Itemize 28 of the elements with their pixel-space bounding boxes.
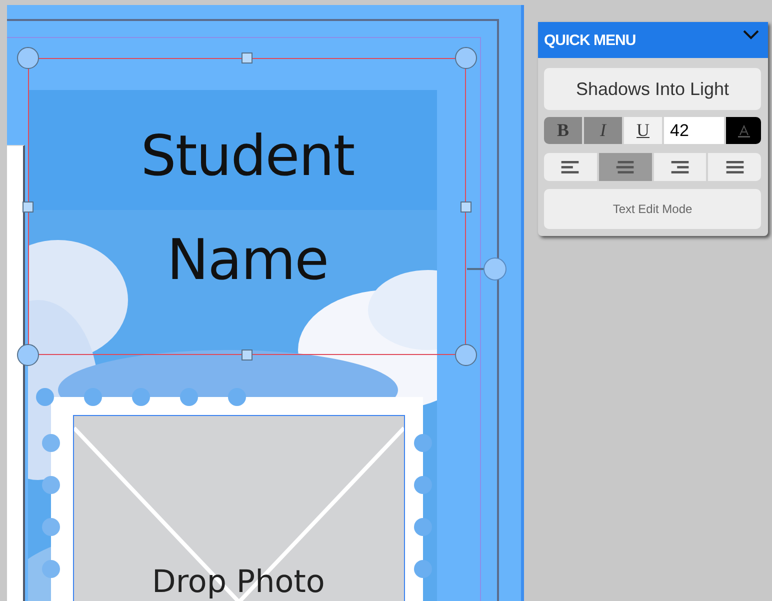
align-right-icon [670,160,689,174]
photo-placeholder[interactable]: Drop Photo [73,415,405,601]
text-edit-mode-button[interactable]: Text Edit Mode [544,189,761,229]
font-size-field[interactable]: 42 [664,117,724,144]
drop-photo-label: Drop Photo [152,564,325,600]
align-right-button[interactable] [654,153,706,181]
text-color-icon [736,124,750,138]
resize-handle[interactable] [242,350,252,360]
resize-handle[interactable] [455,344,477,366]
align-justify-button[interactable] [708,153,761,181]
collapse-icon[interactable] [742,28,760,40]
selection-frame[interactable] [28,58,466,355]
resize-handle[interactable] [460,201,472,212]
underline-button[interactable]: U [624,117,662,144]
rotate-handle[interactable] [467,256,507,282]
resize-handle[interactable] [22,201,34,212]
align-left-icon [561,160,580,174]
panel-title: QUICK MENU [544,32,636,48]
align-center-icon [616,160,634,174]
resize-handle[interactable] [455,47,477,69]
align-justify-icon [726,160,744,174]
text-color-button[interactable] [726,117,761,144]
text-box[interactable]: Student Name [98,105,398,313]
align-center-button[interactable] [598,153,652,181]
font-dropdown[interactable]: Shadows Into Light [544,68,761,110]
resize-handle[interactable] [17,47,39,69]
resize-handle[interactable] [242,52,252,64]
align-left-button[interactable] [544,153,597,181]
